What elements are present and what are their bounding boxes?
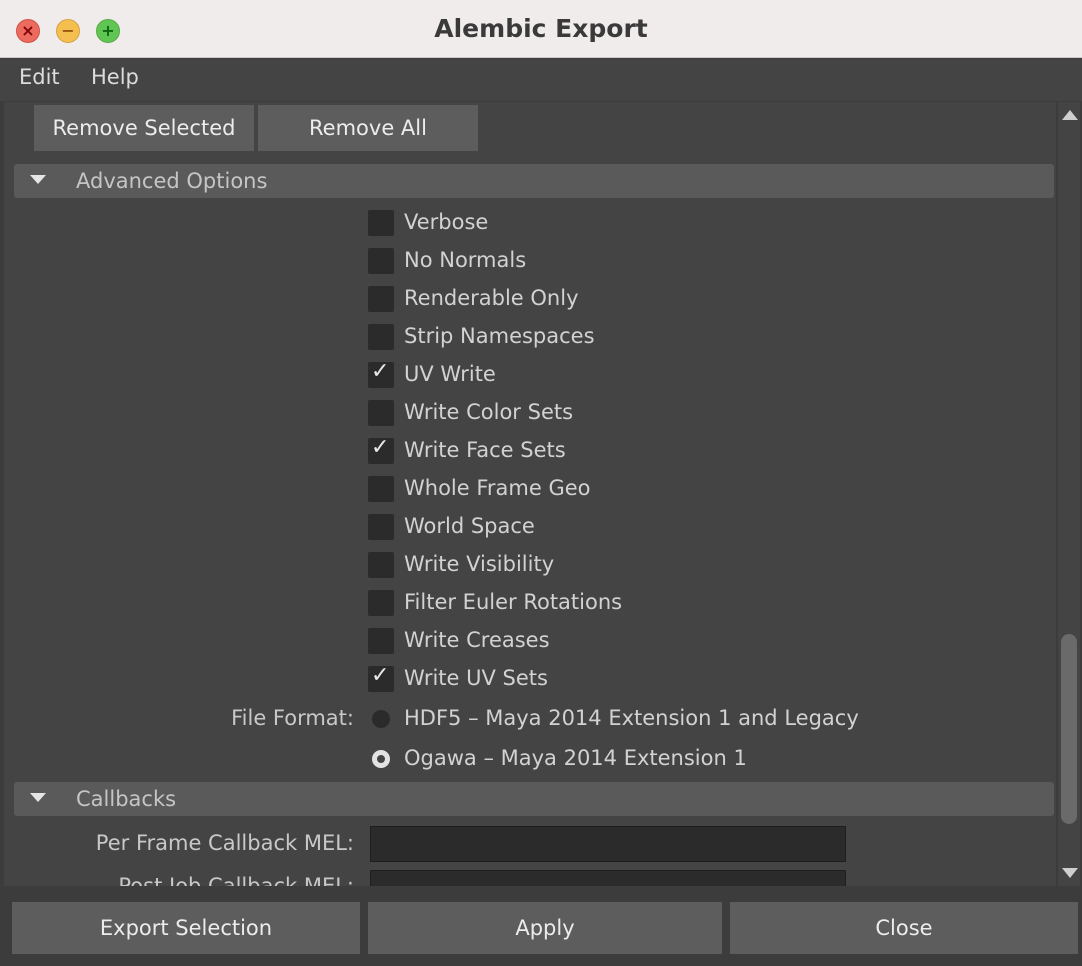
option-label: Write Face Sets	[404, 438, 566, 462]
post-job-callback-field[interactable]	[370, 870, 846, 886]
menu-edit[interactable]: Edit	[19, 65, 60, 89]
option-uv-write[interactable]: ✓ UV Write	[368, 361, 928, 389]
option-label: No Normals	[404, 248, 527, 272]
option-filter-euler-rotations[interactable]: Filter Euler Rotations	[368, 589, 928, 617]
option-write-face-sets[interactable]: ✓ Write Face Sets	[368, 437, 928, 465]
checkbox[interactable]	[368, 400, 394, 426]
window-title: Alembic Export	[434, 14, 648, 43]
remove-selected-button[interactable]: Remove Selected	[34, 105, 254, 151]
collapse-triangle-icon	[30, 175, 46, 184]
footer: Export Selection Apply Close	[0, 886, 1082, 966]
option-label: Write UV Sets	[404, 666, 548, 690]
close-button[interactable]: Close	[730, 902, 1078, 954]
advanced-options-header[interactable]: Advanced Options	[14, 164, 1054, 198]
option-label: Whole Frame Geo	[404, 476, 591, 500]
checkmark-icon: ✓	[371, 359, 390, 384]
radio-label: Ogawa – Maya 2014 Extension 1	[404, 746, 747, 770]
option-label: Verbose	[404, 210, 489, 234]
option-label: Strip Namespaces	[404, 324, 595, 348]
checkbox[interactable]	[368, 248, 394, 274]
checkmark-icon: ✓	[371, 435, 390, 460]
radio-ogawa[interactable]: Ogawa – Maya 2014 Extension 1	[368, 745, 928, 773]
checkbox[interactable]	[368, 286, 394, 312]
checkbox[interactable]: ✓	[368, 663, 394, 692]
option-label: Write Visibility	[404, 552, 555, 576]
checkbox[interactable]	[368, 210, 394, 236]
checkmark-icon: ✓	[371, 663, 390, 688]
per-frame-callback-label: Per Frame Callback MEL:	[95, 831, 354, 855]
radio-button[interactable]	[372, 750, 390, 768]
vertical-scrollbar[interactable]	[1058, 102, 1080, 886]
radio-button[interactable]	[372, 710, 390, 728]
option-no-normals[interactable]: No Normals	[368, 247, 928, 275]
option-write-creases[interactable]: Write Creases	[368, 627, 928, 655]
menu-bar: Edit Help	[0, 59, 1082, 101]
option-verbose[interactable]: Verbose	[368, 209, 928, 237]
option-write-visibility[interactable]: Write Visibility	[368, 551, 928, 579]
checkbox[interactable]	[368, 552, 394, 578]
checkbox[interactable]: ✓	[368, 435, 394, 464]
checkbox[interactable]	[368, 476, 394, 502]
option-whole-frame-geo[interactable]: Whole Frame Geo	[368, 475, 928, 503]
section-label: Callbacks	[76, 787, 177, 811]
remove-all-button[interactable]: Remove All	[258, 105, 478, 151]
checkbox[interactable]	[368, 590, 394, 616]
menu-help[interactable]: Help	[91, 65, 139, 89]
apply-button[interactable]: Apply	[368, 902, 722, 954]
option-label: World Space	[404, 514, 535, 538]
checkbox[interactable]	[368, 628, 394, 654]
scroll-up-arrow-icon[interactable]	[1062, 110, 1078, 120]
file-format-label: File Format:	[231, 706, 354, 730]
option-label: Write Color Sets	[404, 400, 574, 424]
collapse-triangle-icon	[30, 793, 46, 802]
scroll-down-arrow-icon[interactable]	[1062, 868, 1078, 878]
title-bar: × − + Alembic Export	[0, 0, 1082, 58]
checkbox[interactable]: ✓	[368, 359, 394, 388]
checkbox[interactable]	[368, 514, 394, 540]
radio-hdf5[interactable]: HDF5 – Maya 2014 Extension 1 and Legacy	[368, 705, 928, 733]
section-label: Advanced Options	[76, 169, 268, 193]
callbacks-header[interactable]: Callbacks	[14, 782, 1054, 816]
options-panel: Remove Selected Remove All Advanced Opti…	[4, 102, 1056, 886]
option-renderable-only[interactable]: Renderable Only	[368, 285, 928, 313]
option-label: Write Creases	[404, 628, 550, 652]
option-label: Renderable Only	[404, 286, 579, 310]
option-label: Filter Euler Rotations	[404, 590, 623, 614]
option-write-uv-sets[interactable]: ✓ Write UV Sets	[368, 665, 928, 693]
option-strip-namespaces[interactable]: Strip Namespaces	[368, 323, 928, 351]
per-frame-callback-field[interactable]	[370, 826, 846, 862]
checkbox[interactable]	[368, 324, 394, 350]
option-world-space[interactable]: World Space	[368, 513, 928, 541]
radio-label: HDF5 – Maya 2014 Extension 1 and Legacy	[404, 706, 859, 730]
post-job-callback-label: Post Job Callback MEL:	[118, 874, 354, 886]
scroll-thumb[interactable]	[1061, 634, 1077, 824]
export-selection-button[interactable]: Export Selection	[12, 902, 360, 954]
option-label: UV Write	[404, 362, 496, 386]
option-write-color-sets[interactable]: Write Color Sets	[368, 399, 928, 427]
